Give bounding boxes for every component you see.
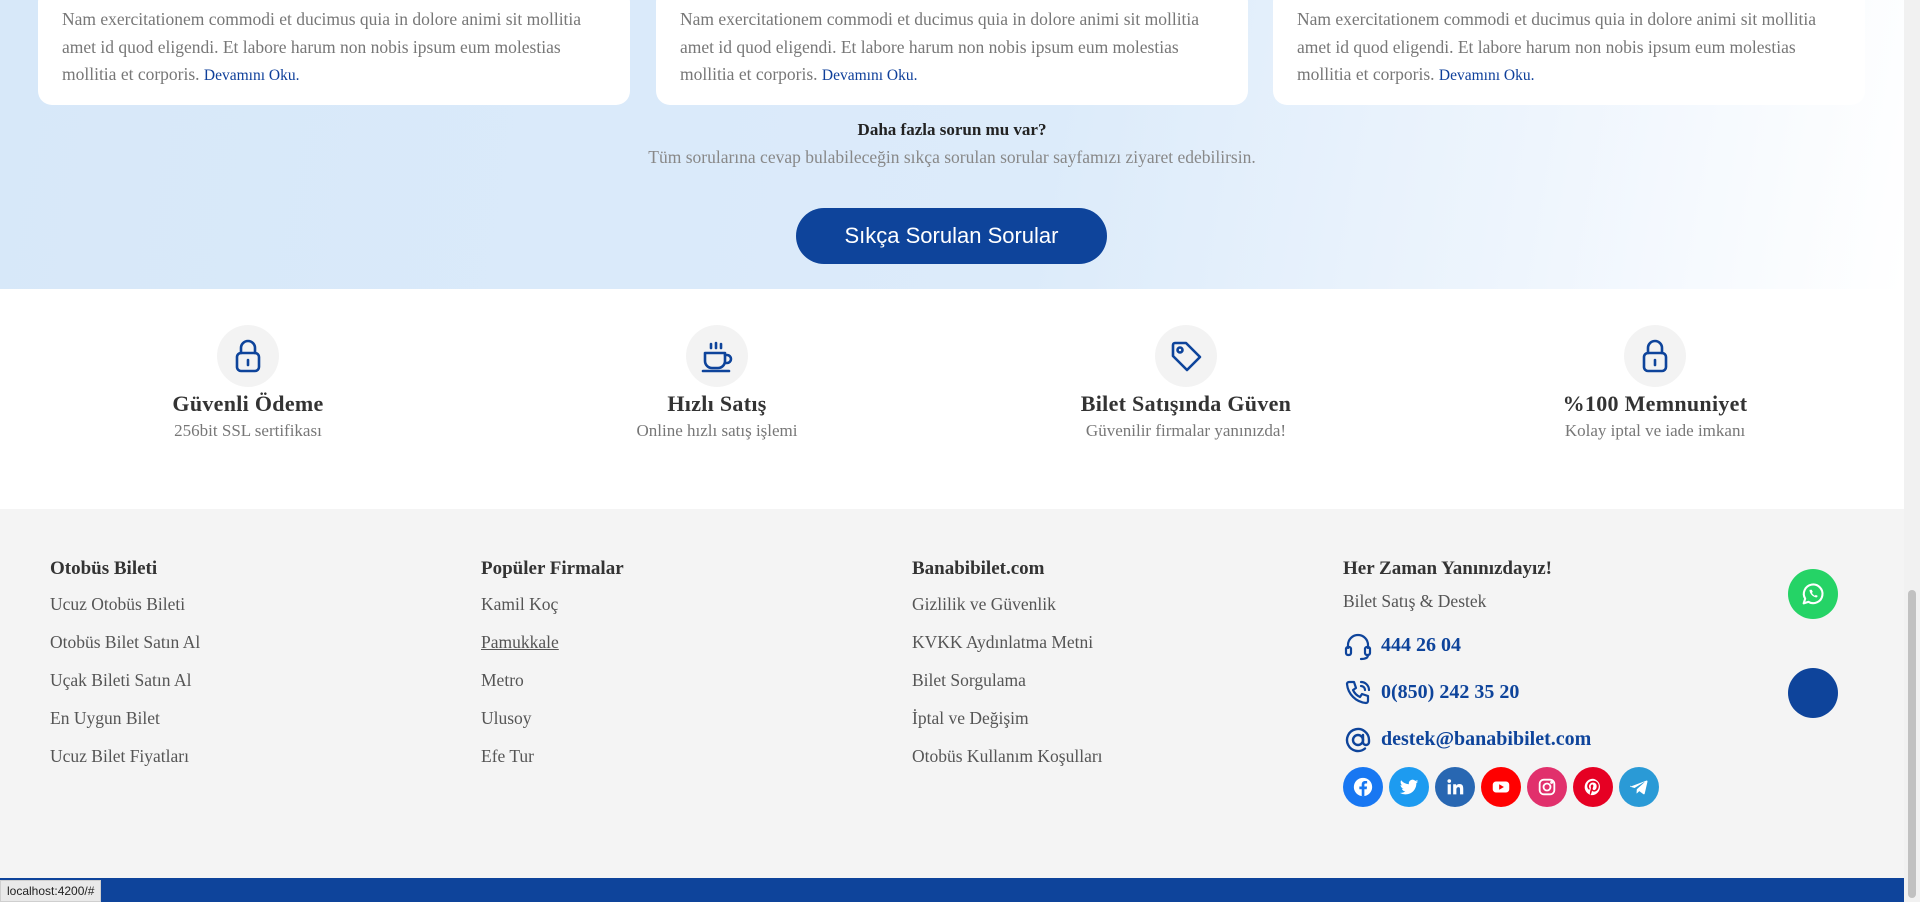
footer-column-company: Banabibilet.com Gizlilik ve Güvenlik KVK… <box>912 558 1103 781</box>
twitter-icon[interactable] <box>1389 767 1429 807</box>
footer-link[interactable]: Pamukkale <box>481 629 624 667</box>
contact-subtitle: Bilet Satış & Destek <box>1343 591 1487 611</box>
at-sign-icon <box>1345 727 1371 752</box>
linkedin-icon[interactable] <box>1435 767 1475 807</box>
footer-link[interactable]: En Uygun Bilet <box>50 705 200 743</box>
tag-icon <box>1171 341 1202 372</box>
footer-link[interactable]: Kamil Koç <box>481 591 624 629</box>
whatsapp-icon <box>1802 583 1824 605</box>
read-more-link[interactable]: Devamını Oku. <box>822 67 918 84</box>
faq-card: Nam exercitationem commodi et ducimus qu… <box>656 0 1248 105</box>
faq-subtitle: Tüm sorularına cevap bulabileceğin sıkça… <box>648 147 1256 167</box>
coffee-cup-icon <box>701 341 733 373</box>
footer-link[interactable]: Ulusoy <box>481 705 624 743</box>
faq-card-text: Nam exercitationem commodi et ducimus qu… <box>62 9 582 84</box>
scroll-to-top-button[interactable] <box>1788 668 1838 718</box>
faq-card-text: Nam exercitationem commodi et ducimus qu… <box>1297 9 1817 84</box>
footer-link[interactable]: Metro <box>481 667 624 705</box>
footer: Otobüs Bileti Ucuz Otobüs Bileti Otobüs … <box>0 509 1904 878</box>
footer-link[interactable]: Bilet Sorgulama <box>912 667 1103 705</box>
headset-icon <box>1344 633 1372 660</box>
social-links <box>1343 767 1659 807</box>
footer-column-contact: Her Zaman Yanınızdayız! Bilet Satış & De… <box>1343 558 1659 807</box>
feature-subtitle: Online hızlı satış işlemi <box>636 421 798 440</box>
feature-ticket-trust: Bilet Satışında Güven Güvenilir firmalar… <box>1036 325 1336 441</box>
contact-phone-2[interactable]: 0(850) 242 35 20 <box>1381 681 1519 704</box>
bottom-bar <box>0 878 1904 902</box>
footer-link[interactable]: KVKK Aydınlatma Metni <box>912 629 1103 667</box>
faq-title: Daha fazla sorun mu var? <box>857 120 1047 139</box>
footer-column-title: Her Zaman Yanınızdayız! <box>1343 558 1553 579</box>
footer-column-title: Banabibilet.com <box>912 558 1045 579</box>
feature-subtitle: Kolay iptal ve iade imkanı <box>1564 421 1746 440</box>
footer-column-title: Otobüs Bileti <box>50 558 158 579</box>
footer-link[interactable]: İptal ve Değişim <box>912 705 1103 743</box>
page-scrollbar[interactable] <box>1904 0 1920 902</box>
feature-title: Hızlı Satış <box>667 391 767 416</box>
contact-phone-line[interactable]: 0(850) 242 35 20 <box>1343 669 1659 716</box>
status-bar-url: localhost:4200/# <box>0 880 102 902</box>
facebook-icon[interactable] <box>1343 767 1383 807</box>
feature-title: %100 Memnuniyet <box>1562 391 1748 416</box>
scrollbar-thumb[interactable] <box>1908 590 1916 898</box>
youtube-icon[interactable] <box>1481 767 1521 807</box>
faq-card: Nam exercitationem commodi et ducimus qu… <box>38 0 630 105</box>
footer-column-popular-companies: Popüler Firmalar Kamil Koç Pamukkale Met… <box>481 558 624 781</box>
footer-link[interactable]: Ucuz Bilet Fiyatları <box>50 743 200 781</box>
lock-icon <box>235 339 261 373</box>
footer-link[interactable]: Efe Tur <box>481 743 624 781</box>
feature-fast-sale: Hızlı Satış Online hızlı satış işlemi <box>567 325 867 441</box>
pinterest-icon[interactable] <box>1573 767 1613 807</box>
feature-title: Bilet Satışında Güven <box>1080 391 1292 416</box>
footer-link[interactable]: Gizlilik ve Güvenlik <box>912 591 1103 629</box>
read-more-link[interactable]: Devamını Oku. <box>204 67 300 84</box>
contact-email[interactable]: destek@banabibilet.com <box>1381 728 1591 751</box>
read-more-link[interactable]: Devamını Oku. <box>1439 67 1535 84</box>
instagram-icon[interactable] <box>1527 767 1567 807</box>
phone-icon <box>1345 680 1371 704</box>
lock-icon <box>1642 339 1668 373</box>
telegram-icon[interactable] <box>1619 767 1659 807</box>
footer-link[interactable]: Ucuz Otobüs Bileti <box>50 591 200 629</box>
footer-column-bus-tickets: Otobüs Bileti Ucuz Otobüs Bileti Otobüs … <box>50 558 200 781</box>
feature-title: Güvenli Ödeme <box>172 391 324 416</box>
contact-email-row[interactable]: destek@banabibilet.com <box>1343 716 1659 763</box>
footer-link[interactable]: Uçak Bileti Satın Al <box>50 667 200 705</box>
feature-satisfaction: %100 Memnuniyet Kolay iptal ve iade imka… <box>1505 325 1805 441</box>
whatsapp-button[interactable] <box>1788 569 1838 619</box>
contact-phone-support[interactable]: 444 26 04 <box>1343 622 1659 669</box>
feature-subtitle: 256bit SSL sertifikası <box>174 421 322 440</box>
faq-card: Nam exercitationem commodi et ducimus qu… <box>1273 0 1865 105</box>
feature-secure-payment: Güvenli Ödeme 256bit SSL sertifikası <box>98 325 398 441</box>
footer-link[interactable]: Otobüs Bilet Satın Al <box>50 629 200 667</box>
faq-section: Nam exercitationem commodi et ducimus qu… <box>0 0 1904 289</box>
features-section: Güvenli Ödeme 256bit SSL sertifikası Hız… <box>0 289 1904 509</box>
contact-phone-1[interactable]: 444 26 04 <box>1381 634 1461 657</box>
faq-button[interactable]: Sıkça Sorulan Sorular <box>796 208 1107 264</box>
feature-subtitle: Güvenilir firmalar yanınızda! <box>1085 421 1287 440</box>
footer-column-title: Popüler Firmalar <box>481 558 624 579</box>
footer-link[interactable]: Otobüs Kullanım Koşulları <box>912 743 1103 781</box>
faq-card-text: Nam exercitationem commodi et ducimus qu… <box>680 9 1200 84</box>
